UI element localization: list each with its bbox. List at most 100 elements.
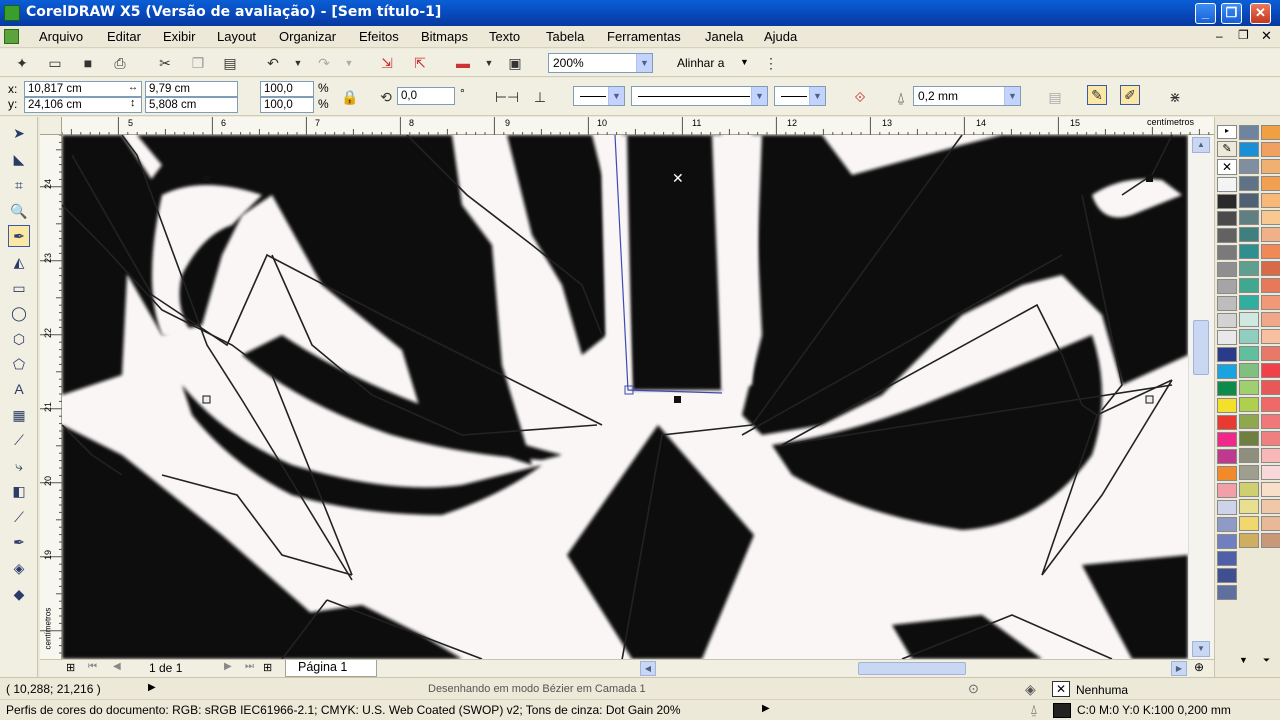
color-swatch[interactable] [1239, 482, 1259, 497]
color-swatch[interactable] [1217, 228, 1237, 243]
menu-janela[interactable]: Janela [705, 29, 743, 44]
scroll-right-icon[interactable]: ▶ [1171, 661, 1187, 676]
color-swatch[interactable] [1261, 431, 1280, 446]
color-swatch[interactable] [1239, 210, 1259, 225]
color-swatch[interactable] [1217, 245, 1237, 260]
color-swatch[interactable] [1239, 414, 1259, 429]
color-swatch[interactable] [1239, 465, 1259, 480]
add-page-before-icon[interactable]: ⊞ [66, 661, 75, 674]
interactive-fill-tool-icon[interactable]: ◆ [8, 583, 30, 605]
width-field[interactable]: 9,79 cm [145, 81, 238, 97]
last-page-icon[interactable]: ⏭ [245, 661, 254, 672]
scale-x-field[interactable]: 100,0 [260, 81, 314, 97]
color-swatch[interactable] [1217, 330, 1237, 345]
vertical-ruler[interactable]: 24 23 22 21 20 19 centímetros [40, 135, 62, 659]
color-swatch[interactable] [1261, 159, 1280, 174]
color-swatch[interactable] [1239, 329, 1259, 344]
color-swatch[interactable] [1217, 483, 1237, 498]
color-swatch[interactable] [1261, 346, 1280, 361]
mirror-vertical-icon[interactable]: ⊥ [530, 87, 550, 107]
menu-editar[interactable]: Editar [107, 29, 141, 44]
drawing-canvas[interactable]: ✕ [62, 135, 1188, 659]
shape-tool-icon[interactable]: ◣ [8, 148, 30, 170]
parallel-dimension-tool-icon[interactable]: ⟋ [8, 429, 30, 451]
connector-tool-icon[interactable]: ⤷ [8, 455, 30, 477]
color-swatch[interactable] [1261, 380, 1280, 395]
eyedropper-tool-icon[interactable]: ⟋ [8, 506, 30, 528]
vertical-scrollbar[interactable]: ▲ ▼ [1188, 135, 1214, 659]
doc-restore-button[interactable]: ❐ [1238, 28, 1249, 42]
color-swatch[interactable] [1217, 364, 1237, 379]
next-page-icon[interactable]: ▶ [224, 661, 232, 672]
color-swatch[interactable] [1239, 295, 1259, 310]
document-icon[interactable] [4, 29, 19, 44]
ellipse-tool-icon[interactable]: ◯ [8, 302, 30, 324]
paste-icon[interactable]: ▤ [220, 53, 240, 73]
artwork[interactable]: ✕ [62, 135, 1188, 659]
color-swatch[interactable] [1261, 465, 1280, 480]
color-swatch[interactable] [1239, 448, 1259, 463]
color-swatch[interactable] [1239, 227, 1259, 242]
color-swatch[interactable] [1217, 500, 1237, 515]
ruler-corner[interactable] [40, 117, 62, 135]
align-dropdown-icon[interactable]: ▼ [740, 57, 749, 67]
color-swatch[interactable] [1217, 568, 1237, 583]
color-swatch[interactable] [1261, 244, 1280, 259]
menu-tabela[interactable]: Tabela [546, 29, 584, 44]
bezier-tool-icon[interactable]: ✒ [8, 225, 30, 247]
zoom-tool-icon[interactable]: 🔍 [8, 200, 30, 222]
color-swatch[interactable] [1239, 499, 1259, 514]
color-swatch[interactable] [1239, 397, 1259, 412]
color-swatch[interactable] [1261, 227, 1280, 242]
color-swatch[interactable] [1239, 431, 1259, 446]
crop-tool-icon[interactable]: ⌗ [8, 174, 30, 196]
color-swatch[interactable] [1261, 210, 1280, 225]
vertical-scroll-thumb[interactable] [1193, 320, 1209, 375]
outline-width-combo[interactable]: 0,2 mm ▼ [913, 86, 1021, 106]
fill-none-swatch[interactable]: ✕ [1052, 681, 1070, 697]
color-swatch[interactable] [1217, 296, 1237, 311]
undo-icon[interactable]: ↶ [263, 53, 283, 73]
color-swatch[interactable] [1261, 176, 1280, 191]
color-swatch[interactable] [1261, 482, 1280, 497]
status-expand-icon[interactable]: ▶ [148, 682, 156, 693]
import-icon[interactable]: ⇲ [377, 53, 397, 73]
line-style-dropdown-icon[interactable]: ▼ [751, 87, 767, 105]
color-swatch[interactable] [1261, 193, 1280, 208]
save-icon[interactable]: ■ [78, 53, 98, 73]
no-color-swatch[interactable]: ✕ [1217, 159, 1237, 175]
color-swatch[interactable] [1261, 516, 1280, 531]
color-swatch[interactable] [1261, 312, 1280, 327]
color-swatch[interactable] [1261, 363, 1280, 378]
menu-organizar[interactable]: Organizar [279, 29, 336, 44]
color-swatch[interactable] [1239, 193, 1259, 208]
color-swatch[interactable] [1217, 279, 1237, 294]
page-tab[interactable]: Página 1 [285, 660, 377, 677]
outline-width-dropdown-icon[interactable]: ▼ [1004, 87, 1020, 105]
end-arrowhead-dropdown-icon[interactable]: ▼ [809, 87, 825, 105]
snap-options-icon[interactable]: ⋮ [761, 53, 781, 73]
undo-dropdown-icon[interactable]: ▼ [288, 53, 308, 73]
color-swatch[interactable] [1239, 176, 1259, 191]
color-swatch[interactable] [1217, 194, 1237, 209]
color-swatch[interactable] [1217, 585, 1237, 600]
blend-tool-icon[interactable]: ◧ [8, 480, 30, 502]
palette-scroll-down-icon[interactable]: ▼ [1239, 655, 1248, 665]
color-swatch[interactable] [1261, 499, 1280, 514]
cut-icon[interactable]: ✂ [155, 53, 175, 73]
line-style-combo[interactable]: ▼ [631, 86, 768, 106]
polygon-tool-icon[interactable]: ⬡ [8, 328, 30, 350]
start-arrowhead-dropdown-icon[interactable]: ▼ [608, 87, 624, 105]
color-swatch[interactable] [1239, 516, 1259, 531]
color-swatch[interactable] [1239, 278, 1259, 293]
palette-menu-icon[interactable]: ▸ [1217, 125, 1237, 139]
menu-bitmaps[interactable]: Bitmaps [421, 29, 468, 44]
eyedropper-icon[interactable]: ✎ [1217, 141, 1237, 157]
color-swatch[interactable] [1239, 159, 1259, 174]
color-swatch[interactable] [1239, 533, 1259, 548]
open-icon[interactable]: ▭ [45, 53, 65, 73]
color-swatch[interactable] [1217, 262, 1237, 277]
align-label[interactable]: Alinhar a [677, 56, 724, 70]
text-tool-icon[interactable]: A [8, 378, 30, 400]
menu-ajuda[interactable]: Ajuda [764, 29, 797, 44]
